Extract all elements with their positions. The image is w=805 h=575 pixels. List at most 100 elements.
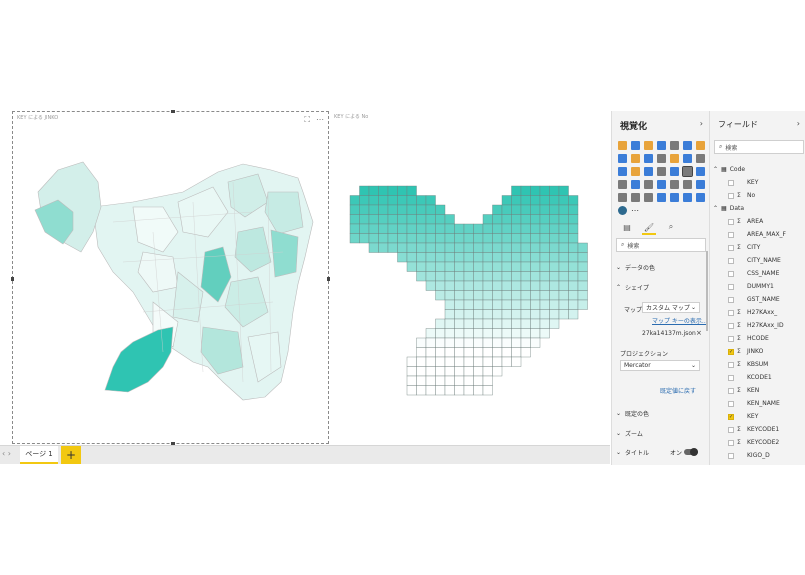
map-tile[interactable] (378, 242, 389, 253)
map-tile[interactable] (558, 252, 569, 263)
map-tile[interactable] (492, 204, 503, 215)
map-tile[interactable] (539, 280, 550, 291)
map-tile[interactable] (549, 185, 560, 196)
map-tile[interactable] (511, 214, 522, 225)
map-tile[interactable] (568, 214, 579, 225)
map-tile[interactable] (435, 204, 446, 215)
map-tile[interactable] (444, 318, 455, 329)
map-tile[interactable] (549, 309, 560, 320)
map-tile[interactable] (511, 223, 522, 234)
map-tile[interactable] (387, 233, 398, 244)
map-tile[interactable] (530, 337, 541, 348)
scatter-visual-icon[interactable] (696, 154, 705, 163)
field-item[interactable]: Σ H27KAxx_ (710, 306, 805, 319)
section-shape[interactable]: ⌃ シェイプ (616, 283, 649, 292)
map-tile[interactable] (511, 347, 522, 358)
map-tile[interactable] (473, 233, 484, 244)
map-tile[interactable] (482, 347, 493, 358)
map-tile[interactable] (511, 204, 522, 215)
map-tile[interactable] (473, 318, 484, 329)
field-checkbox[interactable] (728, 387, 734, 394)
map-tile[interactable] (568, 242, 579, 253)
map-tile[interactable] (463, 252, 474, 263)
map-tile[interactable] (482, 309, 493, 320)
map-tile[interactable] (558, 204, 569, 215)
map-tile[interactable] (501, 328, 512, 339)
map-tile[interactable] (482, 337, 493, 348)
map-tile[interactable] (387, 185, 398, 196)
map-tile[interactable] (454, 261, 465, 272)
map-tile[interactable] (444, 337, 455, 348)
map-tile[interactable] (539, 261, 550, 272)
map-tile[interactable] (482, 242, 493, 253)
map-tile[interactable] (520, 271, 531, 282)
fields-search-input[interactable]: ⌕ 検索 (714, 140, 804, 154)
map-tile[interactable] (511, 290, 522, 301)
map-tile[interactable] (520, 185, 531, 196)
map-tile[interactable] (520, 280, 531, 291)
map-tile[interactable] (549, 318, 560, 329)
field-item[interactable]: KCODE1 (710, 371, 805, 384)
map-tile[interactable] (425, 204, 436, 215)
map-tile[interactable] (359, 223, 370, 234)
map-tile[interactable] (416, 271, 427, 282)
map-tile[interactable] (463, 299, 474, 310)
table-visual-icon[interactable] (683, 180, 692, 189)
map-tile[interactable] (463, 233, 474, 244)
waterfall-visual-icon[interactable] (683, 154, 692, 163)
map-tile[interactable] (492, 309, 503, 320)
map-tile[interactable] (416, 252, 427, 263)
map-tile[interactable] (473, 375, 484, 386)
map-tile[interactable] (482, 356, 493, 367)
map-tile[interactable] (482, 280, 493, 291)
map-tile[interactable] (435, 337, 446, 348)
map-tile[interactable] (463, 261, 474, 272)
map-tile[interactable] (473, 366, 484, 377)
map-tile[interactable] (501, 214, 512, 225)
field-checkbox[interactable] (728, 335, 734, 342)
100-bar-visual-icon[interactable] (670, 141, 679, 150)
map-tile[interactable] (425, 223, 436, 234)
map-tile[interactable] (568, 299, 579, 310)
map-tile[interactable] (530, 299, 541, 310)
map-tile[interactable] (387, 214, 398, 225)
map-tile[interactable] (425, 356, 436, 367)
map-tile[interactable] (511, 299, 522, 310)
field-item[interactable]: ✓ KEY (710, 410, 805, 423)
field-checkbox[interactable]: ✓ (728, 413, 734, 420)
map-tile[interactable] (568, 261, 579, 272)
map-tile[interactable] (539, 223, 550, 234)
map-tile[interactable] (492, 242, 503, 253)
map-tile[interactable] (549, 290, 560, 301)
field-item[interactable]: Σ H27KAxx_ID (710, 319, 805, 332)
map-tile[interactable] (473, 328, 484, 339)
arcgis-map-visual-icon[interactable] (618, 206, 627, 215)
stacked-area-visual-icon[interactable] (631, 154, 640, 163)
map-tile[interactable] (539, 290, 550, 301)
field-item[interactable]: Σ KEN (710, 384, 805, 397)
map-tile[interactable] (520, 233, 531, 244)
map-tile[interactable] (454, 290, 465, 301)
map-tile[interactable] (454, 280, 465, 291)
map-tile[interactable] (425, 385, 436, 396)
map-tile[interactable] (406, 195, 417, 206)
map-tile[interactable] (368, 223, 379, 234)
map-tile[interactable] (444, 375, 455, 386)
map-tile[interactable] (501, 242, 512, 253)
map-tile[interactable] (454, 366, 465, 377)
collapse-pane-icon[interactable]: › (797, 119, 800, 128)
map-tile[interactable] (378, 185, 389, 196)
field-checkbox[interactable] (728, 426, 734, 433)
card-visual-icon[interactable] (631, 180, 640, 189)
map-tile[interactable] (501, 195, 512, 206)
map-tile[interactable] (406, 356, 417, 367)
map-tile[interactable] (463, 280, 474, 291)
area-visual-icon[interactable] (618, 154, 627, 163)
map-tile[interactable] (416, 347, 427, 358)
map-tile[interactable] (425, 280, 436, 291)
map-tile[interactable] (473, 280, 484, 291)
map-tile[interactable] (397, 195, 408, 206)
map-tile[interactable] (492, 366, 503, 377)
python-visual-visual-icon[interactable] (631, 193, 640, 202)
ribbon-visual-icon[interactable] (670, 154, 679, 163)
